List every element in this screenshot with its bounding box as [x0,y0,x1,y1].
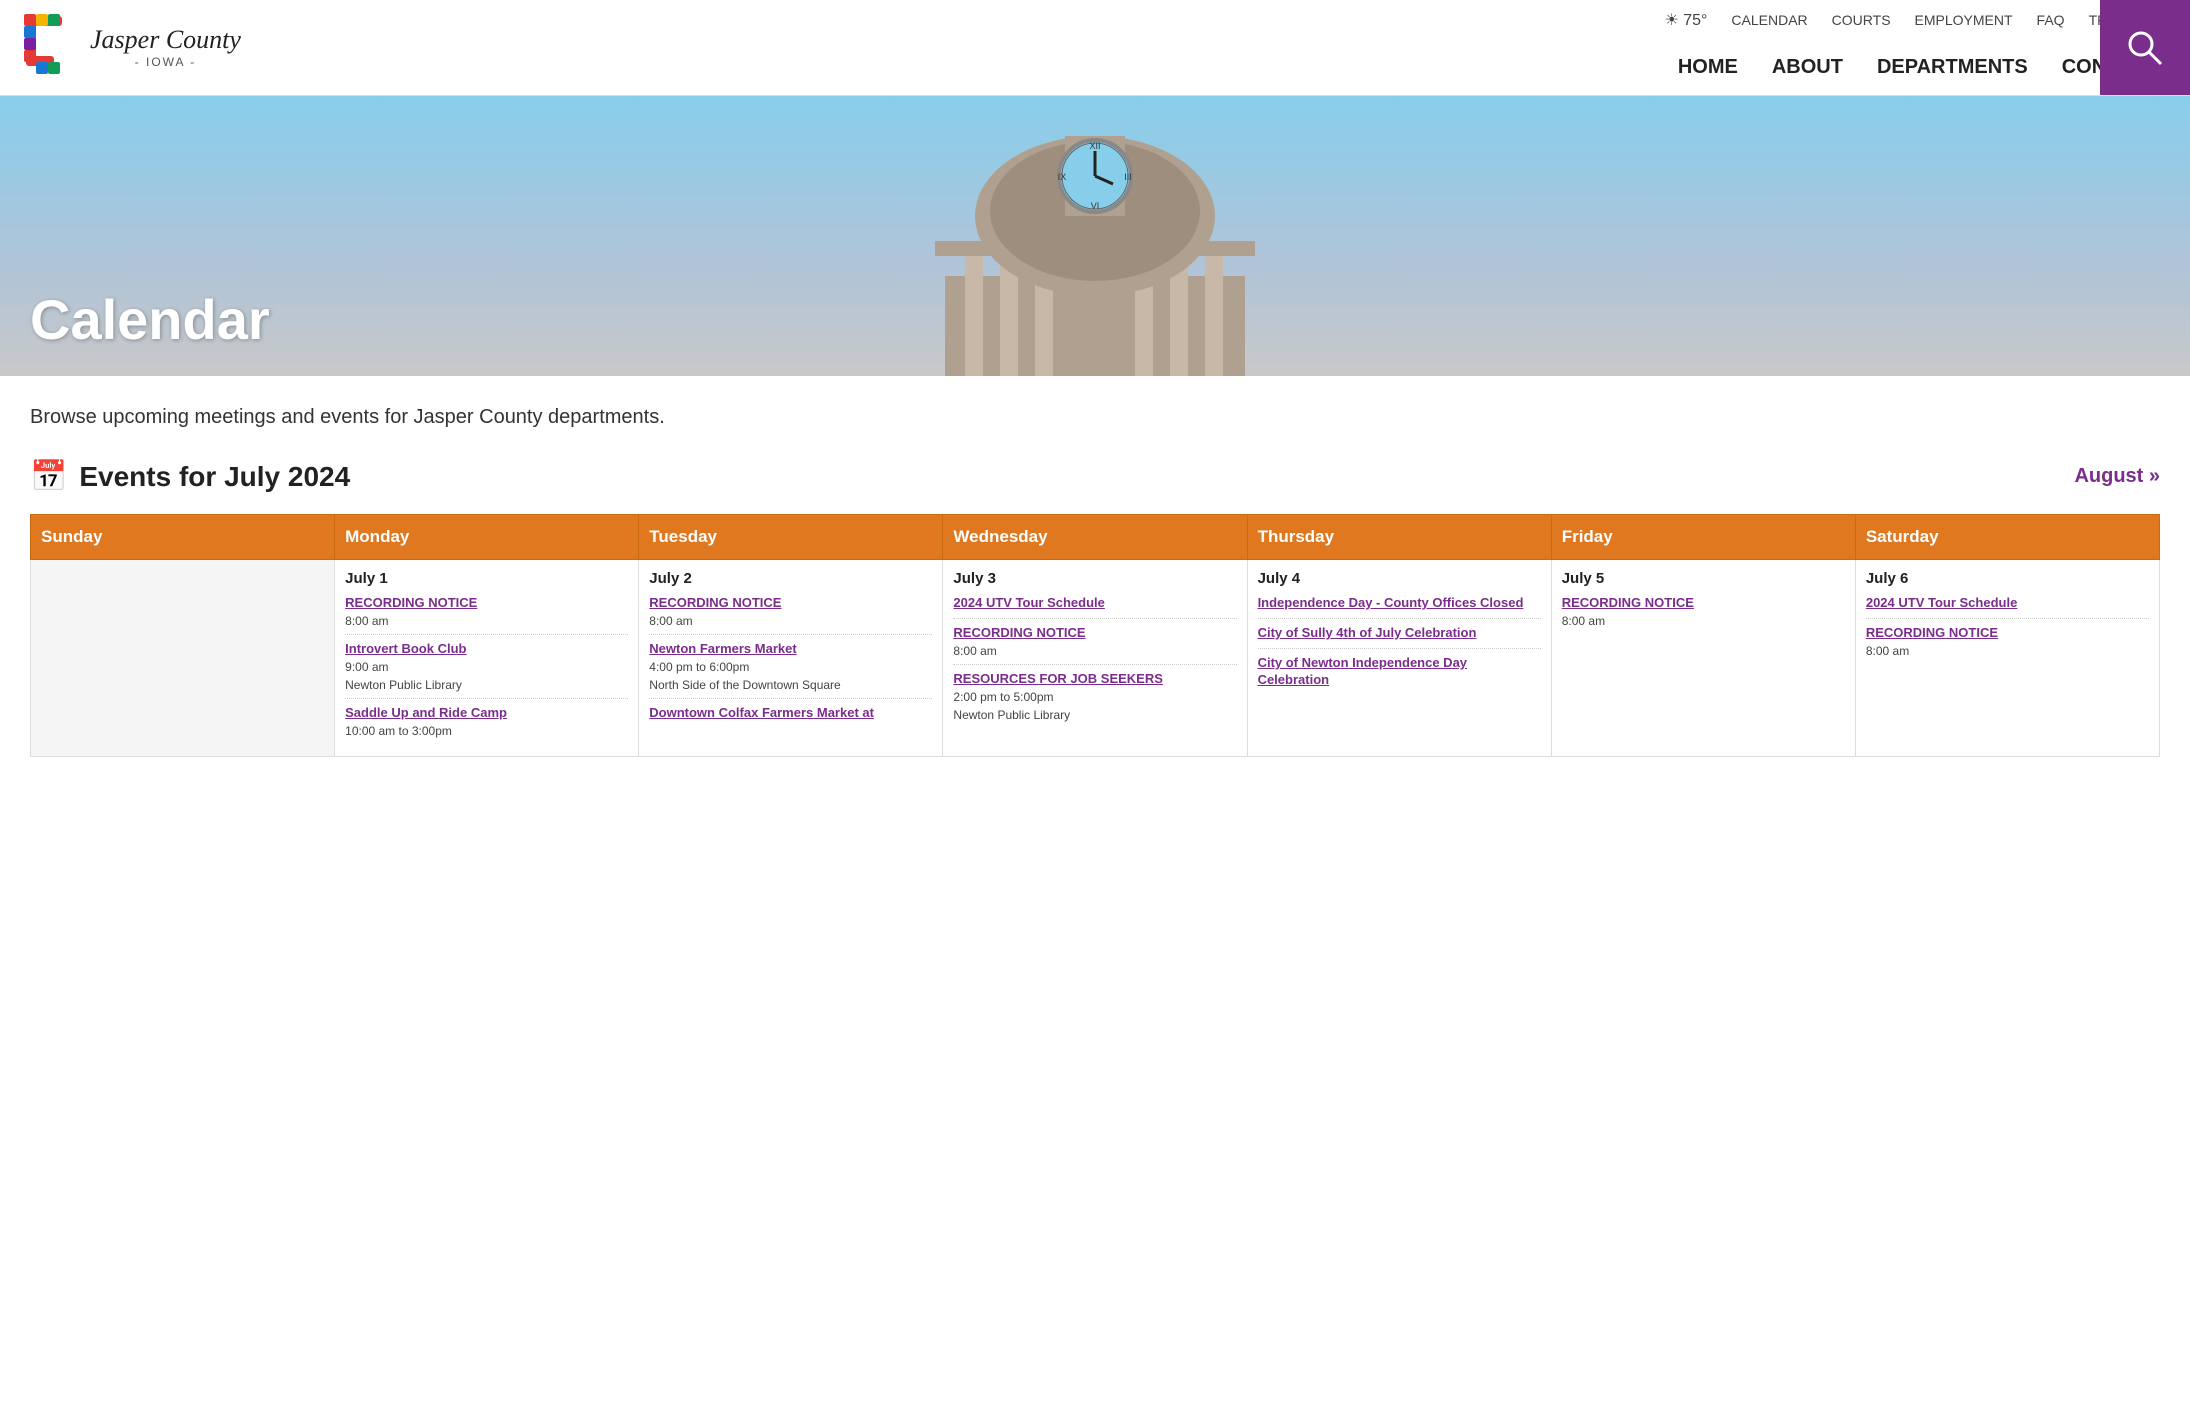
day-number: July 5 [1562,570,1845,587]
nav-departments[interactable]: DEPARTMENTS [1865,52,2040,83]
header-wednesday: Wednesday [943,515,1247,560]
nav-calendar[interactable]: CALENDAR [1731,12,1807,28]
event-time: 8:00 am [345,614,628,628]
hero-banner: XII III VI IX Calendar [0,96,2190,376]
event-link[interactable]: Newton Farmers Market [649,641,932,658]
cell-empty [31,560,335,757]
event-divider [649,698,932,699]
cell-july1: July 1 RECORDING NOTICE 8:00 am Introver… [335,560,639,757]
next-month-link[interactable]: August » [2074,465,2160,488]
event-divider [649,634,932,635]
table-row: July 1 RECORDING NOTICE 8:00 am Introver… [31,560,2160,757]
event-divider [345,634,628,635]
event-link[interactable]: RECORDING NOTICE [953,625,1236,642]
event-location: Newton Public Library [345,678,628,692]
event-time: 4:00 pm to 6:00pm [649,660,932,674]
event-divider [953,664,1236,665]
nav-about[interactable]: ABOUT [1760,52,1855,83]
site-header: Jasper County - IOWA - ☀ 75° CALENDAR CO… [0,0,2190,96]
event-link[interactable]: RESOURCES FOR JOB SEEKERS [953,671,1236,688]
courthouse-illustration: XII III VI IX [845,96,1345,376]
nav-home[interactable]: HOME [1666,52,1750,83]
event-link[interactable]: RECORDING NOTICE [1562,595,1845,612]
day-number: July 1 [345,570,628,587]
day-number: July 2 [649,570,932,587]
calendar-icon: 📅 [30,459,67,494]
event-link[interactable]: RECORDING NOTICE [345,595,628,612]
event-divider [1258,648,1541,649]
svg-text:VI: VI [1091,201,1100,211]
event-divider [1866,618,2149,619]
events-header: 📅 Events for July 2024 August » [30,459,2160,494]
nav-area: ☀ 75° CALENDAR COURTS EMPLOYMENT FAQ TRA… [280,0,2190,95]
event-time: 8:00 am [953,644,1236,658]
day-number: July 3 [953,570,1236,587]
logo-sub: - IOWA - [90,55,241,69]
nav-faq[interactable]: FAQ [2037,12,2065,28]
event-divider [953,618,1236,619]
event-divider [1258,618,1541,619]
event-link[interactable]: RECORDING NOTICE [1866,625,2149,642]
svg-text:XII: XII [1089,141,1100,151]
events-title-text: Events for July 2024 [79,461,350,493]
event-link[interactable]: Introvert Book Club [345,641,628,658]
event-divider [345,698,628,699]
header-monday: Monday [335,515,639,560]
cell-july2: July 2 RECORDING NOTICE 8:00 am Newton F… [639,560,943,757]
event-link[interactable]: 2024 UTV Tour Schedule [953,595,1236,612]
event-time: 8:00 am [1562,614,1845,628]
event-link[interactable]: RECORDING NOTICE [649,595,932,612]
cell-july5: July 5 RECORDING NOTICE 8:00 am [1551,560,1855,757]
header-saturday: Saturday [1855,515,2159,560]
main-content: Browse upcoming meetings and events for … [0,376,2190,757]
calendar-table: Sunday Monday Tuesday Wednesday Thursday… [30,514,2160,757]
hero-title: Calendar [0,287,270,376]
logo-icon [20,12,84,84]
events-title: 📅 Events for July 2024 [30,459,350,494]
logo-area: Jasper County - IOWA - [0,2,280,94]
event-time: 9:00 am [345,660,628,674]
svg-text:IX: IX [1058,172,1067,182]
logo-text: Jasper County [90,26,241,55]
day-number: July 4 [1258,570,1541,587]
search-button[interactable] [2100,0,2190,95]
event-time: 8:00 am [649,614,932,628]
event-link[interactable]: 2024 UTV Tour Schedule [1866,595,2149,612]
event-link[interactable]: Downtown Colfax Farmers Market at [649,705,932,722]
header-sunday: Sunday [31,515,335,560]
cell-july6: July 6 2024 UTV Tour Schedule RECORDING … [1855,560,2159,757]
search-icon [2123,26,2167,70]
page-subtitle: Browse upcoming meetings and events for … [30,406,2160,429]
svg-text:III: III [1124,172,1132,182]
cell-july4: July 4 Independence Day - County Offices… [1247,560,1551,757]
event-location: Newton Public Library [953,708,1236,722]
header-tuesday: Tuesday [639,515,943,560]
day-number: July 6 [1866,570,2149,587]
nav-courts[interactable]: COURTS [1832,12,1891,28]
event-link[interactable]: City of Sully 4th of July Celebration [1258,625,1541,642]
event-link[interactable]: Independence Day - County Offices Closed [1258,595,1541,612]
event-time: 2:00 pm to 5:00pm [953,690,1236,704]
event-time: 10:00 am to 3:00pm [345,724,628,738]
weather-display: ☀ 75° [1664,10,1707,30]
event-link[interactable]: Saddle Up and Ride Camp [345,705,628,722]
event-link[interactable]: City of Newton Independence Day Celebrat… [1258,655,1541,689]
header-friday: Friday [1551,515,1855,560]
cell-july3: July 3 2024 UTV Tour Schedule RECORDING … [943,560,1247,757]
event-time: 8:00 am [1866,644,2149,658]
header-thursday: Thursday [1247,515,1551,560]
event-location: North Side of the Downtown Square [649,678,932,692]
nav-employment[interactable]: EMPLOYMENT [1915,12,2013,28]
calendar-header-row: Sunday Monday Tuesday Wednesday Thursday… [31,515,2160,560]
